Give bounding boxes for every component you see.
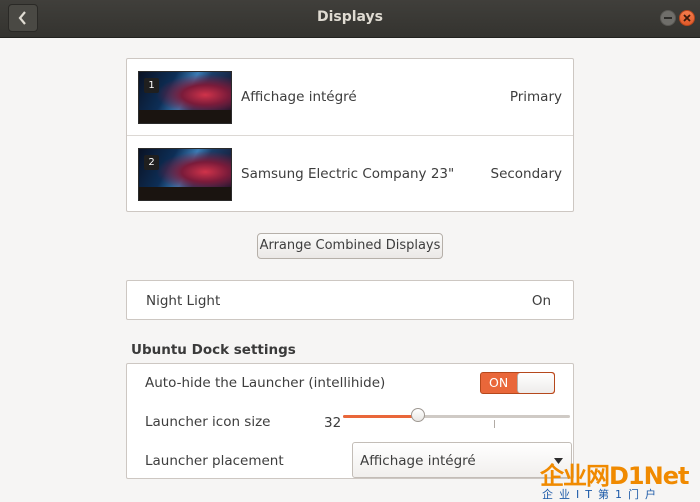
toggle-knob	[517, 373, 554, 393]
autohide-toggle[interactable]: ON	[480, 372, 555, 394]
icon-size-value: 32	[324, 415, 342, 431]
night-light-status: On	[531, 293, 551, 309]
window-title: Displays	[316, 9, 384, 25]
placement-label: Launcher placement	[145, 453, 284, 469]
watermark-logo: 企业网D1Net 企业IT第1门户	[540, 456, 700, 501]
icon-size-slider-track[interactable]	[343, 415, 570, 418]
icon-size-slider-handle[interactable]	[411, 408, 425, 422]
displays-list: 1 Affichage intégré Primary 2 Samsung El…	[126, 58, 574, 212]
display-role: Primary	[509, 89, 562, 105]
display-row-2[interactable]: 2 Samsung Electric Company 23" Secondary	[127, 135, 573, 211]
night-light-row[interactable]: Night Light On	[126, 280, 574, 320]
icon-size-label: Launcher icon size	[145, 414, 271, 430]
close-icon	[683, 14, 691, 22]
close-button[interactable]	[679, 10, 695, 26]
dock-settings-heading: Ubuntu Dock settings	[131, 342, 296, 358]
minimize-icon	[664, 17, 672, 19]
toggle-state-text: ON	[489, 375, 509, 390]
header-bar: Displays	[0, 0, 700, 38]
minimize-button[interactable]	[660, 10, 676, 26]
display-thumbnail: 1	[138, 71, 232, 124]
display-name: Samsung Electric Company 23"	[241, 166, 455, 182]
autohide-label: Auto-hide the Launcher (intellihide)	[145, 375, 386, 391]
watermark-subtext: 企业IT第1门户	[542, 488, 662, 501]
display-name: Affichage intégré	[241, 89, 357, 105]
icon-size-slider-fill	[343, 415, 418, 418]
dropdown-selected-value: Affichage intégré	[360, 453, 476, 469]
display-thumbnail: 2	[138, 148, 232, 201]
display-number-badge: 2	[144, 155, 159, 170]
slider-tick-mark	[494, 420, 495, 428]
arrange-combined-displays-button[interactable]: Arrange Combined Displays	[257, 233, 443, 259]
launcher-placement-dropdown[interactable]: Affichage intégré	[352, 442, 572, 478]
display-row-1[interactable]: 1 Affichage intégré Primary	[127, 59, 573, 135]
display-number-badge: 1	[144, 78, 159, 93]
display-role: Secondary	[490, 166, 563, 182]
night-light-label: Night Light	[146, 293, 221, 309]
